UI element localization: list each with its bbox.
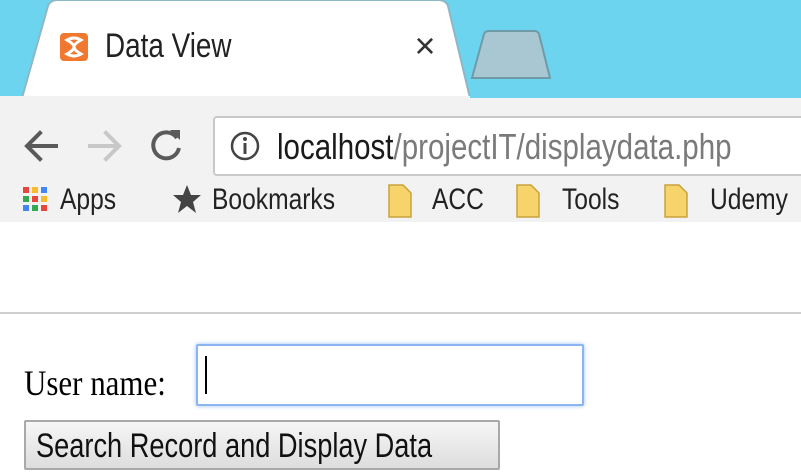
- tab-strip: Data View ×: [0, 0, 801, 98]
- star-icon: [173, 185, 201, 213]
- text-caret: [205, 356, 207, 394]
- tab-title: Data View: [105, 27, 232, 65]
- bookmark-acc[interactable]: ACC: [388, 180, 498, 222]
- browser-toolbar: localhost/projectIT/displaydata.php Apps: [0, 98, 801, 222]
- username-label: User name:: [24, 363, 166, 403]
- url-text: localhost/projectIT/displaydata.php: [277, 126, 732, 168]
- folder-icon: [388, 184, 412, 218]
- bookmark-label: Udemy: [710, 183, 788, 216]
- search-record-button[interactable]: Search Record and Display Data: [24, 420, 500, 470]
- apps-grid-icon: [23, 187, 47, 211]
- bookmark-tools[interactable]: Tools: [516, 180, 646, 222]
- back-arrow-icon[interactable]: [20, 124, 64, 168]
- info-icon[interactable]: [229, 130, 261, 162]
- reload-icon[interactable]: [144, 124, 188, 168]
- folder-icon: [664, 184, 688, 218]
- bookmark-label: Apps: [60, 183, 117, 216]
- bookmark-bookmarks[interactable]: Bookmarks: [172, 180, 372, 222]
- page-content: User name: Search Record and Display Dat…: [0, 314, 801, 474]
- search-button-label: Search Record and Display Data: [36, 427, 433, 465]
- xampp-icon: [60, 33, 88, 61]
- browser-window: Data View × localhost/projectIT/displayd…: [0, 0, 801, 474]
- bookmark-udemy[interactable]: Udemy: [664, 180, 801, 222]
- bookmark-label: Tools: [562, 183, 620, 216]
- close-icon[interactable]: ×: [405, 26, 445, 66]
- folder-icon: [516, 184, 540, 218]
- bookmark-apps[interactable]: Apps: [22, 180, 152, 222]
- bookmark-label: ACC: [432, 183, 484, 216]
- new-tab-button[interactable]: [470, 30, 552, 85]
- bookmark-label: Bookmarks: [212, 183, 336, 216]
- bookmarks-bar: Apps Bookmarks ACC Tools Udemy: [0, 180, 801, 222]
- forward-arrow-icon[interactable]: [82, 124, 126, 168]
- address-bar[interactable]: localhost/projectIT/displaydata.php: [213, 116, 801, 176]
- tab-data-view[interactable]: Data View ×: [0, 0, 470, 98]
- url-host: localhost: [277, 126, 394, 167]
- username-input[interactable]: [196, 344, 584, 406]
- new-tab-icon: [470, 30, 552, 79]
- url-path: /projectIT/displaydata.php: [393, 126, 732, 167]
